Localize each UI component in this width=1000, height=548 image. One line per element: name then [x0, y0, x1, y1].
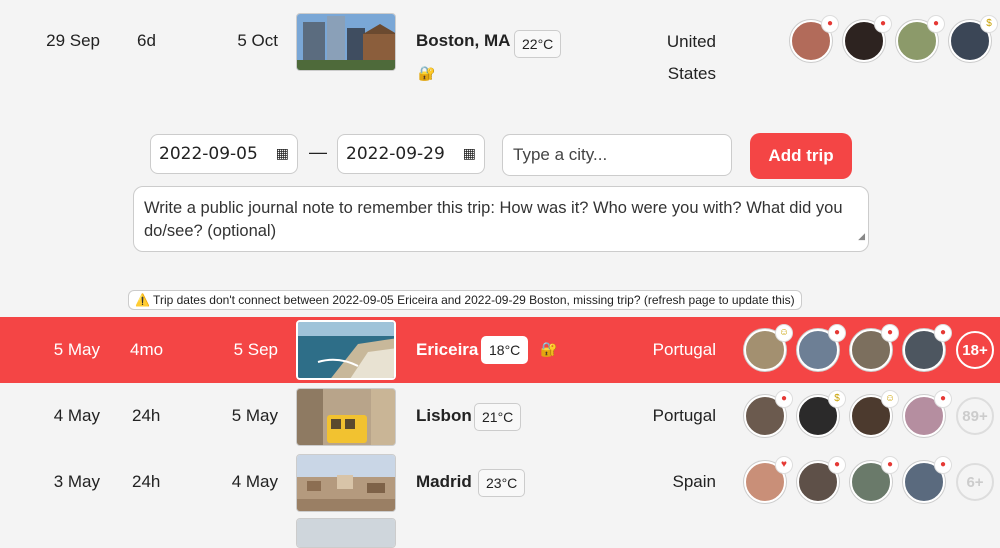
avatar[interactable]: ● — [896, 16, 944, 62]
temperature-badge: 21°C — [474, 403, 522, 431]
trip-country: Spain — [672, 472, 716, 491]
trip-duration: 24h — [132, 472, 161, 491]
lock-icon: 🔐 — [540, 341, 558, 357]
more-travelers-count[interactable]: 6+ — [956, 463, 994, 501]
trip-end-date: 5 May — [231, 406, 278, 425]
avatar[interactable]: ● — [797, 457, 845, 503]
backpack-icon: ● — [875, 16, 891, 32]
avatar[interactable]: ● — [903, 391, 951, 437]
temperature-badge: 18°C — [481, 336, 529, 364]
trip-country-line2: States — [667, 64, 716, 83]
date-from-input[interactable]: 2022-09-05 ▦ — [150, 134, 298, 174]
trip-row-lisbon[interactable]: 4 May 24h 5 May Lisbon 21°C Portugal ● $… — [0, 383, 1000, 449]
date-to-input[interactable]: 2022-09-29 ▦ — [337, 134, 485, 174]
backpack-icon: ● — [935, 325, 951, 341]
date-to-value: 2022-09-29 — [346, 144, 445, 164]
date-from-value: 2022-09-05 — [159, 144, 258, 164]
trip-row-boston[interactable]: 29 Sep 6d 5 Oct Boston, MA 22°C 🔐 United… — [0, 8, 1000, 98]
city-input[interactable]: Type a city... — [502, 134, 732, 176]
avatar[interactable]: ☺ — [744, 325, 792, 371]
trip-start-date: 4 May — [53, 406, 100, 425]
lock-icon: 🔐 — [418, 65, 436, 81]
trip-end-date: 5 Oct — [237, 31, 278, 50]
trip-row-madrid[interactable]: 3 May 24h 4 May Madrid 23°C Spain ♥ ● ● … — [0, 449, 1000, 515]
more-travelers-count[interactable]: 89+ — [956, 397, 994, 435]
backpack-icon: ● — [829, 457, 845, 473]
backpack-icon: ● — [935, 457, 951, 473]
backpack-icon: ● — [829, 325, 845, 341]
trip-country-line1: United — [666, 32, 716, 51]
avatar[interactable]: $ — [949, 16, 997, 62]
temperature-badge: 23°C — [478, 469, 526, 497]
avatar[interactable]: ● — [843, 16, 891, 62]
backpack-icon: ● — [776, 391, 792, 407]
add-trip-button[interactable]: Add trip — [750, 133, 852, 179]
more-travelers-count[interactable]: 18+ — [956, 331, 994, 369]
emoji-badge-icon: ☺ — [882, 391, 898, 407]
avatar[interactable]: ● — [903, 325, 951, 371]
avatar[interactable]: ● — [903, 457, 951, 503]
backpack-icon: ● — [882, 325, 898, 341]
heart-icon: ♥ — [776, 457, 792, 473]
trip-start-date: 5 May — [53, 340, 100, 359]
avatar[interactable]: $ — [797, 391, 845, 437]
trip-gap-warning: ⚠️ Trip dates don't connect between 2022… — [128, 290, 802, 310]
traveler-avatars: ♥ ● ● ● 6+ — [744, 449, 994, 515]
date-range-separator: — — [309, 142, 327, 162]
traveler-avatars: ● $ ☺ ● 89+ — [744, 383, 994, 449]
trip-country: Portugal — [652, 340, 716, 359]
journal-note-placeholder: Write a public journal note to remember … — [144, 199, 843, 240]
trip-end-date: 4 May — [231, 472, 278, 491]
avatar[interactable]: ♥ — [744, 457, 792, 503]
traveler-avatars: ● ● ● $ — [790, 8, 1000, 74]
money-bag-icon: $ — [829, 391, 845, 407]
city-photo[interactable] — [296, 454, 396, 512]
journal-note-textarea[interactable]: Write a public journal note to remember … — [133, 186, 869, 252]
trip-row-ericeira[interactable]: 5 May 4mo 5 Sep Ericeira 18°C 🔐 Portugal… — [0, 317, 1000, 383]
temperature-badge: 22°C — [514, 30, 562, 58]
city-photo[interactable] — [296, 388, 396, 446]
avatar[interactable]: ● — [797, 325, 845, 371]
avatar[interactable]: ● — [850, 325, 898, 371]
trip-city[interactable]: Lisbon — [416, 383, 472, 449]
calendar-icon[interactable]: ▦ — [276, 146, 289, 162]
trip-end-date: 5 Sep — [233, 340, 278, 359]
trip-start-date: 3 May — [53, 472, 100, 491]
avatar[interactable]: ● — [790, 16, 838, 62]
backpack-icon: ● — [822, 16, 838, 32]
trip-city[interactable]: Ericeira — [416, 317, 478, 383]
trip-duration: 24h — [132, 406, 161, 425]
backpack-icon: ● — [935, 391, 951, 407]
trip-duration: 4mo — [130, 340, 164, 359]
city-photo[interactable] — [296, 518, 396, 548]
avatar[interactable]: ● — [850, 457, 898, 503]
trip-city[interactable]: Madrid — [416, 449, 472, 515]
city-input-placeholder: Type a city... — [513, 145, 608, 164]
backpack-icon: ● — [928, 16, 944, 32]
money-bag-icon: $ — [981, 16, 997, 32]
trip-duration: 6d — [137, 31, 156, 50]
avatar[interactable]: ☺ — [850, 391, 898, 437]
backpack-icon: ● — [882, 457, 898, 473]
city-photo[interactable] — [296, 13, 396, 71]
trip-country: Portugal — [652, 406, 716, 425]
emoji-badge-icon: ☺ — [776, 325, 792, 341]
trip-start-date: 29 Sep — [46, 31, 100, 50]
traveler-avatars: ☺ ● ● ● 18+ — [744, 317, 994, 383]
calendar-icon[interactable]: ▦ — [463, 146, 476, 162]
city-photo[interactable] — [296, 320, 396, 380]
avatar[interactable]: ● — [744, 391, 792, 437]
resize-handle-icon[interactable]: ◢ — [858, 225, 865, 248]
